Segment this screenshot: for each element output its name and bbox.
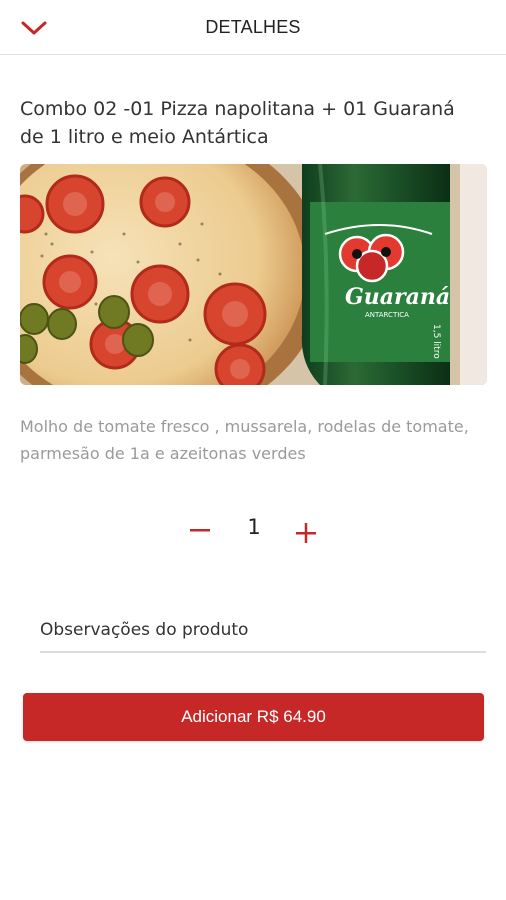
increase-quantity-button[interactable] xyxy=(292,519,320,547)
add-to-cart-button[interactable]: Adicionar R$ 64.90 xyxy=(23,693,484,741)
decrease-quantity-button[interactable] xyxy=(186,517,214,545)
product-image: Guaraná ANTARCTICA 1,5 litro xyxy=(20,164,487,385)
quantity-value: 1 xyxy=(247,515,261,539)
product-description: Molho de tomate fresco , mussarela, rode… xyxy=(20,417,469,463)
svg-text:1,5 litro: 1,5 litro xyxy=(431,324,441,359)
minus-icon xyxy=(190,529,210,532)
svg-text:Guaraná: Guaraná xyxy=(345,284,450,310)
page-title: DETALHES xyxy=(205,17,301,37)
header: DETALHES xyxy=(0,0,506,55)
svg-text:ANTARCTICA: ANTARCTICA xyxy=(365,311,409,319)
quantity-stepper: 1 xyxy=(0,505,506,555)
product-notes-input[interactable] xyxy=(40,605,486,653)
plus-icon xyxy=(296,523,316,543)
product-title: Combo 02 -01 Pizza napolitana + 01 Guara… xyxy=(20,98,455,148)
